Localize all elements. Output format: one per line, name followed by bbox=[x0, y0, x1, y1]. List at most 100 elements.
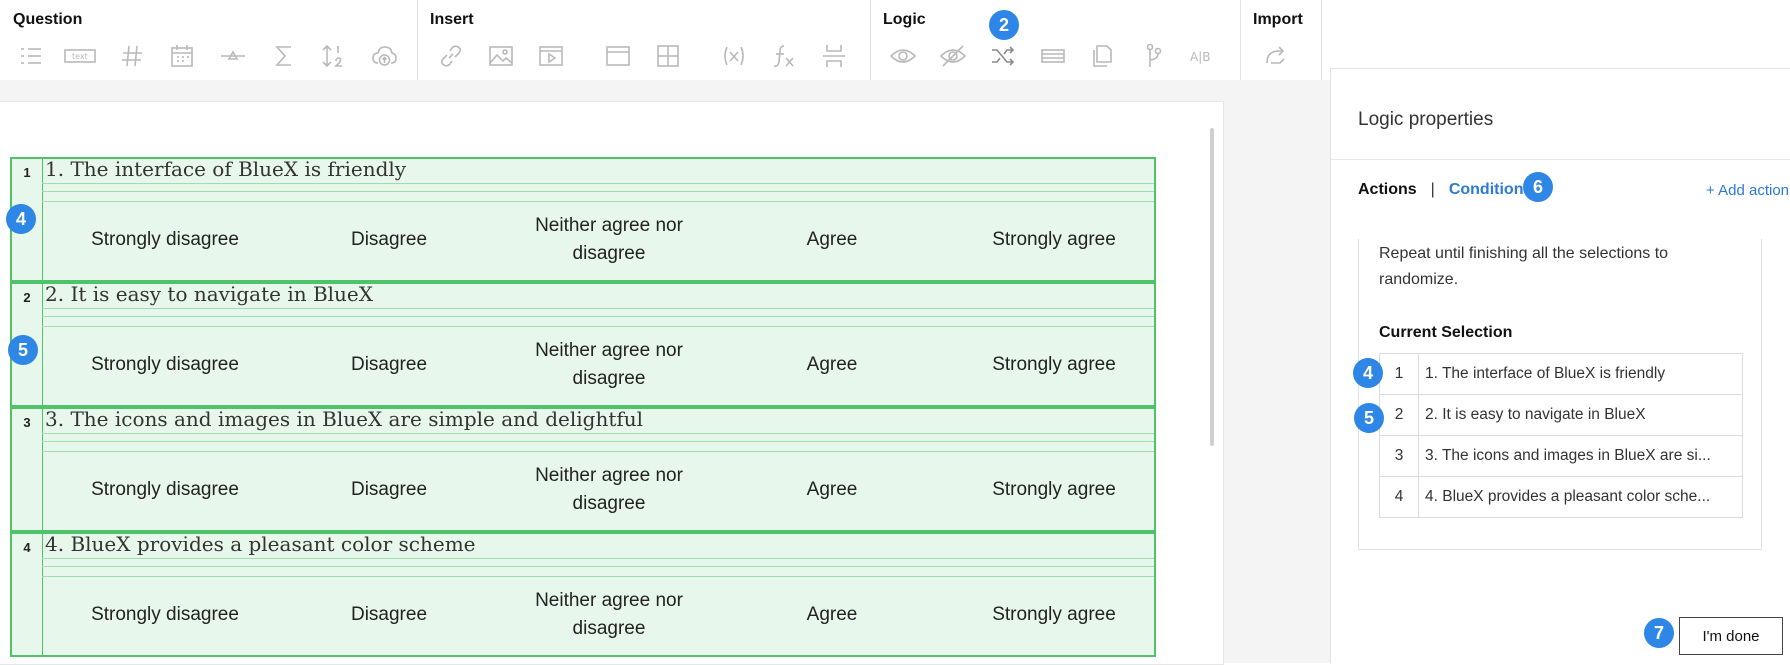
scale-option[interactable]: Disagree bbox=[309, 451, 469, 529]
panel-icon[interactable] bbox=[602, 40, 634, 72]
question-number-column: 4 bbox=[12, 534, 43, 655]
scale-option[interactable]: Agree bbox=[762, 326, 902, 404]
ab-test-icon[interactable]: A|B bbox=[1187, 40, 1219, 72]
list-icon[interactable] bbox=[15, 40, 47, 72]
scale-option[interactable]: Neither agree nor disagree bbox=[499, 576, 719, 654]
toolbar-group-import: Import bbox=[1240, 0, 1322, 80]
question-guide-line bbox=[42, 191, 1154, 192]
question-text[interactable]: 1. The interface of BlueX is friendly bbox=[45, 157, 406, 181]
scale-option[interactable]: Disagree bbox=[309, 201, 469, 279]
eye-icon[interactable] bbox=[887, 40, 919, 72]
question-guide-line bbox=[42, 316, 1154, 317]
selection-number: 3 bbox=[1379, 435, 1419, 477]
copy-icon[interactable] bbox=[1087, 40, 1119, 72]
tab-actions[interactable]: Actions bbox=[1358, 181, 1417, 198]
likert-scale: Strongly disagree Disagree Neither agree n… bbox=[42, 201, 1154, 279]
text-field-icon[interactable]: text bbox=[64, 40, 96, 72]
scale-option[interactable]: Strongly disagree bbox=[65, 326, 265, 404]
function-icon[interactable] bbox=[768, 40, 800, 72]
scale-option[interactable]: Strongly agree bbox=[954, 451, 1154, 529]
question-text[interactable]: 4. BlueX provides a pleasant color schem… bbox=[45, 532, 476, 556]
scale-option[interactable]: Strongly disagree bbox=[65, 451, 265, 529]
selection-1-badge: 4 bbox=[1353, 358, 1383, 388]
hash-icon[interactable] bbox=[116, 40, 148, 72]
scale-option[interactable]: Strongly disagree bbox=[65, 576, 265, 654]
branch-icon[interactable] bbox=[1137, 40, 1169, 72]
selection-number: 4 bbox=[1379, 476, 1419, 518]
question-text[interactable]: 3. The icons and images in BlueX are sim… bbox=[45, 407, 643, 431]
done-step-badge: 7 bbox=[1644, 618, 1674, 648]
table-icon[interactable] bbox=[652, 40, 684, 72]
question-guide-line bbox=[42, 558, 1154, 559]
action-description: Repeat until finishing all the selection… bbox=[1379, 245, 1669, 288]
selection-row[interactable]: 4 4. BlueX provides a pleasant color sche… bbox=[1379, 476, 1743, 518]
question-number: 3 bbox=[23, 415, 31, 430]
selection-2-badge: 5 bbox=[1354, 403, 1384, 433]
scale-option[interactable]: Neither agree nor disagree bbox=[499, 326, 719, 404]
question-guide-line bbox=[42, 441, 1154, 442]
selection-text: 1. The interface of BlueX is friendly bbox=[1418, 353, 1743, 395]
current-selection-table: 1 1. The interface of BlueX is friendly 2 2… bbox=[1379, 353, 1743, 518]
sum-icon[interactable] bbox=[268, 40, 300, 72]
link-icon[interactable] bbox=[435, 40, 467, 72]
scale-option[interactable]: Disagree bbox=[309, 576, 469, 654]
logic-properties-panel: Logic properties Actions | Conditions + Ad… bbox=[1330, 68, 1790, 664]
toolbar-group-question: Question text bbox=[0, 0, 418, 80]
shuffle-icon[interactable] bbox=[987, 40, 1019, 72]
toolbar-group-insert: Insert bbox=[417, 0, 871, 112]
scale-option[interactable]: Strongly agree bbox=[954, 326, 1154, 404]
scale-option[interactable]: Agree bbox=[762, 451, 902, 529]
scale-option[interactable]: Neither agree nor disagree bbox=[499, 201, 719, 279]
question-guide-line bbox=[42, 566, 1154, 567]
selection-text: 3. The icons and images in BlueX are si.… bbox=[1418, 435, 1743, 477]
scale-option[interactable]: Strongly agree bbox=[954, 576, 1154, 654]
question-block[interactable]: 3 3. The icons and images in BlueX are si… bbox=[10, 407, 1156, 532]
scale-option[interactable]: Disagree bbox=[309, 326, 469, 404]
selection-number: 2 bbox=[1379, 394, 1419, 436]
done-button[interactable]: I'm done bbox=[1679, 617, 1783, 655]
question-block[interactable]: 2 2. It is easy to navigate in BlueX Stron… bbox=[10, 282, 1156, 407]
image-icon[interactable] bbox=[485, 40, 517, 72]
logic-step-badge: 2 bbox=[989, 10, 1019, 40]
scale-option[interactable]: Strongly disagree bbox=[65, 201, 265, 279]
variable-icon[interactable] bbox=[718, 40, 750, 72]
panel-tabs: Actions | Conditions bbox=[1358, 181, 1532, 199]
selection-row[interactable]: 2 2. It is easy to navigate in BlueX bbox=[1379, 394, 1743, 436]
likert-scale: Strongly disagree Disagree Neither agree n… bbox=[42, 326, 1154, 404]
question-text[interactable]: 2. It is easy to navigate in BlueX bbox=[45, 282, 373, 306]
question-number: 2 bbox=[23, 290, 31, 305]
question-block[interactable]: 4 4. BlueX provides a pleasant color sche… bbox=[10, 532, 1156, 657]
scale-option[interactable]: Agree bbox=[762, 576, 902, 654]
scale-option[interactable]: Strongly agree bbox=[954, 201, 1154, 279]
tab-conditions[interactable]: Conditions bbox=[1449, 181, 1533, 198]
selection-number: 1 bbox=[1379, 353, 1419, 395]
selection-row[interactable]: 3 3. The icons and images in BlueX are si… bbox=[1379, 435, 1743, 477]
question-number-column: 3 bbox=[12, 409, 43, 530]
import-icon[interactable] bbox=[1260, 40, 1292, 72]
cloud-upload-icon[interactable] bbox=[368, 40, 400, 72]
action-box: Repeat until finishing all the selection… bbox=[1358, 239, 1762, 550]
question-number: 1 bbox=[23, 165, 31, 180]
scale-option[interactable]: Neither agree nor disagree bbox=[499, 451, 719, 529]
current-selection-label: Current Selection bbox=[1379, 324, 1513, 341]
page-break-icon[interactable] bbox=[818, 40, 850, 72]
text-icon-label: text bbox=[72, 52, 88, 61]
slider-icon[interactable] bbox=[217, 40, 249, 72]
group-title-question: Question bbox=[13, 11, 83, 28]
ranking-icon[interactable] bbox=[318, 40, 350, 72]
add-action-link[interactable]: + Add action bbox=[1706, 182, 1789, 199]
likert-scale: Strongly disagree Disagree Neither agree n… bbox=[42, 451, 1154, 529]
selection-text: 2. It is easy to navigate in BlueX bbox=[1418, 394, 1743, 436]
canvas-scrollbar[interactable] bbox=[1210, 128, 1214, 446]
scale-option[interactable]: Agree bbox=[762, 201, 902, 279]
question-guide-line bbox=[42, 308, 1154, 309]
eye-off-icon[interactable] bbox=[937, 40, 969, 72]
video-icon[interactable] bbox=[535, 40, 567, 72]
question-block[interactable]: 1 1. The interface of BlueX is friendly St… bbox=[10, 157, 1156, 282]
calendar-icon[interactable] bbox=[166, 40, 198, 72]
question-2-badge: 5 bbox=[8, 335, 38, 365]
selection-row[interactable]: 1 1. The interface of BlueX is friendly bbox=[1379, 353, 1743, 395]
question-1-badge: 4 bbox=[6, 204, 36, 234]
block-icon[interactable] bbox=[1037, 40, 1069, 72]
svg-text:A|B: A|B bbox=[1190, 50, 1210, 64]
